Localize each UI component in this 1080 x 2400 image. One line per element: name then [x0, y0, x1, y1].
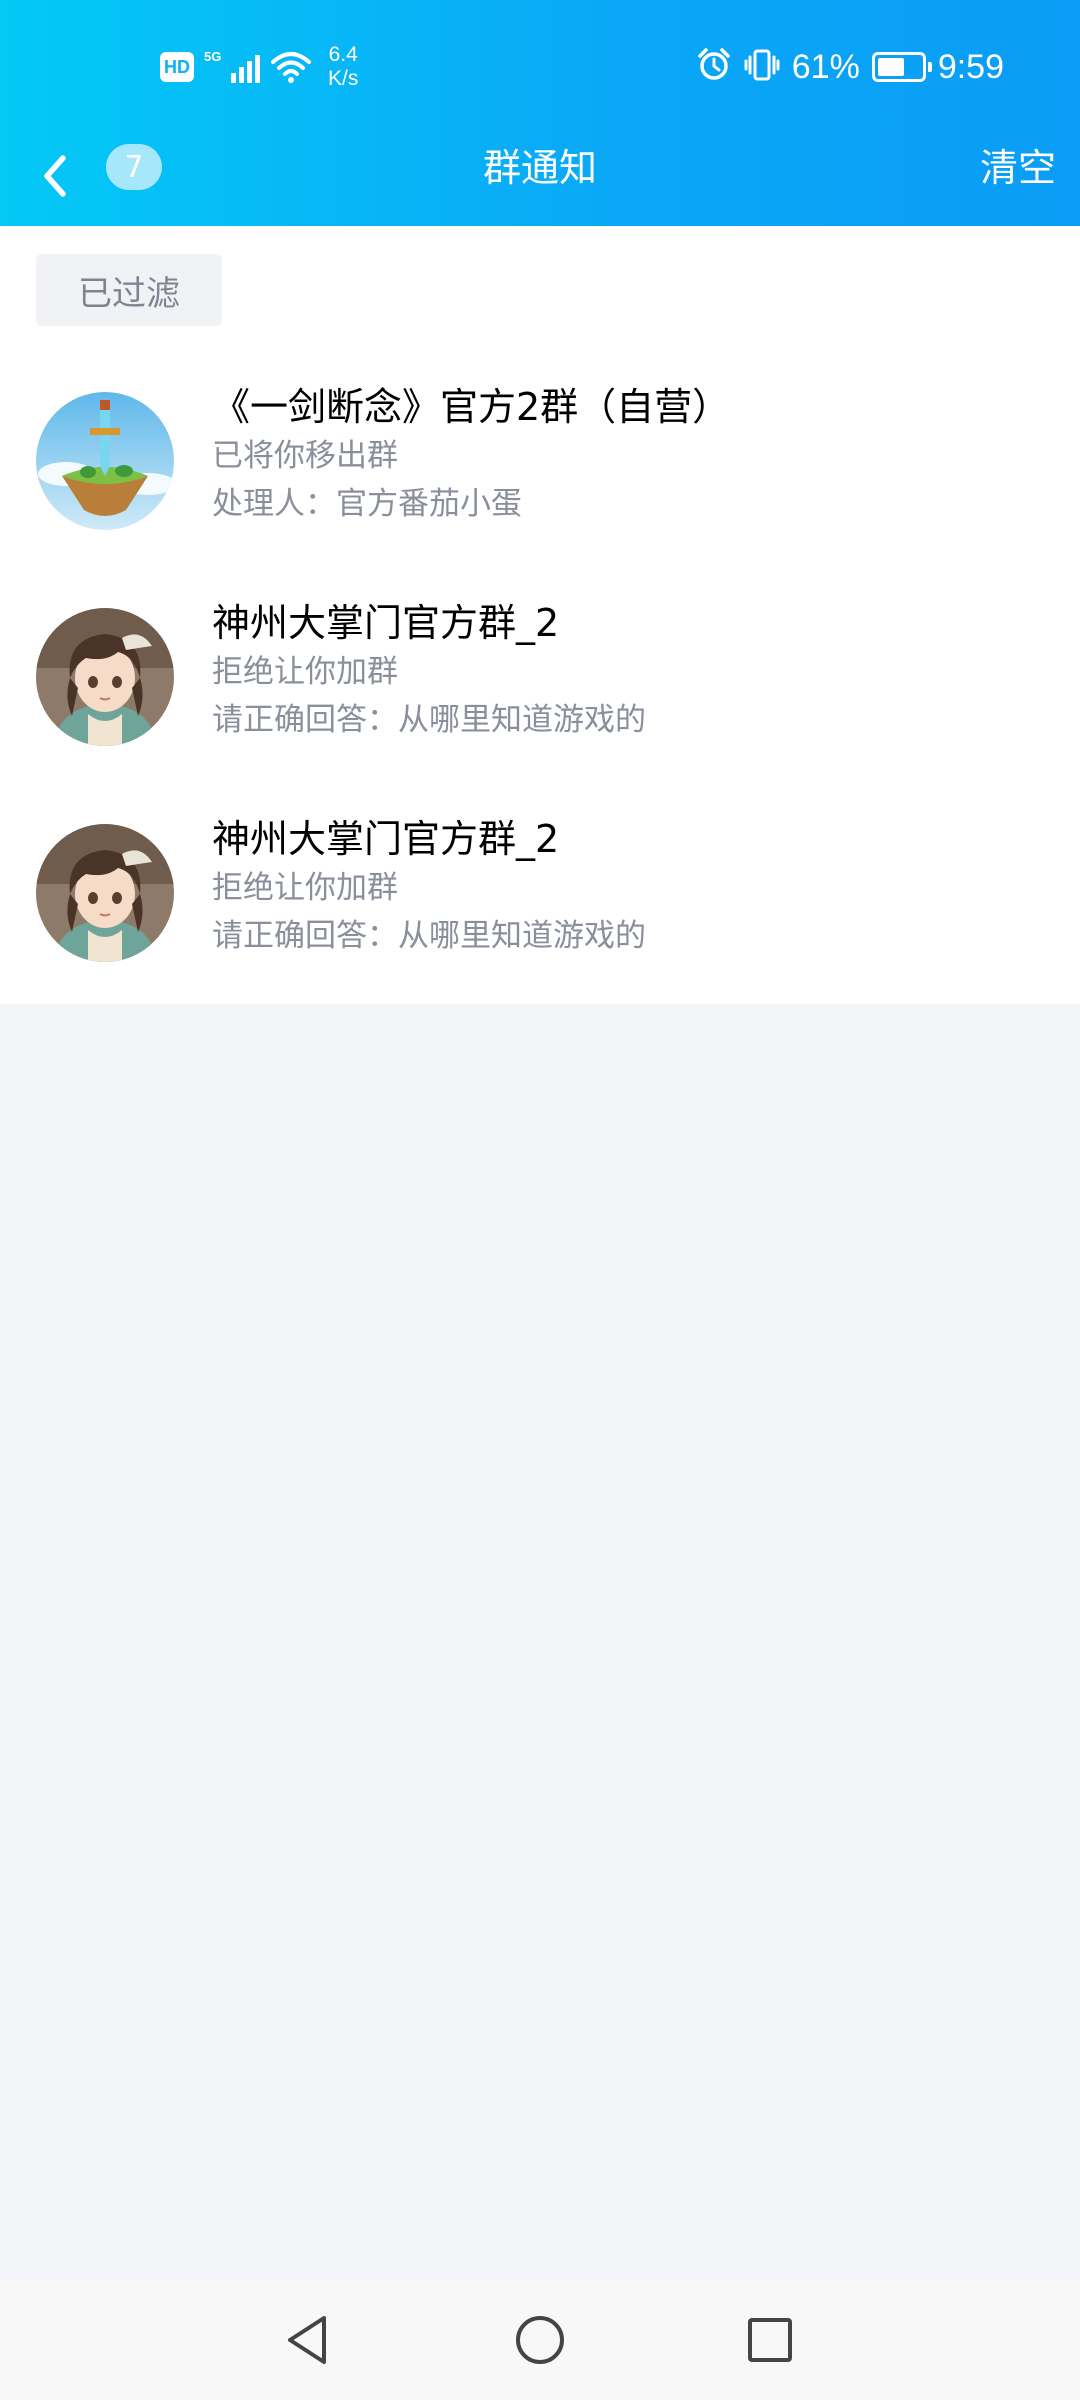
triangle-back-icon [288, 2316, 326, 2364]
group-name: 《一剑断念》官方2群（自营） [212, 385, 731, 429]
notice-status: 拒绝让你加群 [212, 654, 398, 690]
notice-status: 拒绝让你加群 [212, 870, 398, 906]
group-avatar[interactable] [36, 608, 174, 746]
group-name: 神州大掌门官方群_2 [212, 817, 560, 861]
notice-status: 已将你移出群 [212, 438, 398, 474]
nav-recents-button[interactable] [738, 2308, 802, 2372]
alarm-icon [696, 47, 732, 87]
notice-item[interactable]: 《一剑断念》官方2群（自营） 已将你移出群 处理人：官方番茄小蛋 [0, 372, 1080, 572]
battery-percent: 61% [791, 47, 860, 86]
network-speed: 6.4 K/s [328, 43, 358, 91]
network-type-label: 5G [204, 49, 222, 64]
status-bar-right: 61% 9:59 [696, 42, 1004, 92]
network-speed-unit: K/s [328, 67, 359, 90]
notice-detail: 请正确回答：从哪里知道游戏的 [212, 918, 646, 954]
hd-icon: HD [160, 52, 194, 82]
status-bar-left: HD 5G 6.4 K/s [160, 42, 358, 92]
notice-detail: 请正确回答：从哪里知道游戏的 [212, 702, 646, 738]
notice-text: 神州大掌门官方群_2 拒绝让你加群 请正确回答：从哪里知道游戏的 [212, 598, 1050, 744]
clear-button[interactable]: 清空 [980, 144, 1056, 192]
header: HD 5G 6.4 K/s 61% 9:59 7 群通知 清空 [0, 0, 1080, 226]
filtered-button[interactable]: 已过滤 [36, 254, 222, 326]
cellular-signal-icon: 5G [204, 49, 260, 85]
notice-text: 神州大掌门官方群_2 拒绝让你加群 请正确回答：从哪里知道游戏的 [212, 814, 1050, 960]
page-title: 群通知 [482, 146, 597, 190]
wifi-icon [270, 50, 312, 84]
system-navigation-bar [0, 2280, 1080, 2400]
group-avatar[interactable] [36, 392, 174, 530]
notice-detail: 处理人：官方番茄小蛋 [212, 486, 522, 522]
nav-home-button[interactable] [508, 2308, 572, 2372]
title-bar: 7 群通知 清空 [0, 136, 1080, 226]
floating-island-sword-avatar [36, 392, 174, 530]
square-recents-icon [748, 2318, 792, 2362]
vibrate-icon [744, 47, 780, 87]
anime-girl-avatar [36, 608, 174, 746]
nav-back-button[interactable] [276, 2308, 340, 2372]
notice-item[interactable]: 神州大掌门官方群_2 拒绝让你加群 请正确回答：从哪里知道游戏的 [0, 804, 1080, 1004]
notification-list: 已过滤 《一剑断念》官方2群（自营） 已将你移出群 处理人：官方番茄小蛋 神州大… [0, 226, 1080, 1004]
notice-text: 《一剑断念》官方2群（自营） 已将你移出群 处理人：官方番茄小蛋 [212, 382, 1050, 528]
group-name: 神州大掌门官方群_2 [212, 601, 560, 645]
network-speed-value: 6.4 [328, 43, 358, 66]
anime-girl-avatar [36, 824, 174, 962]
group-avatar[interactable] [36, 824, 174, 962]
battery-icon [871, 52, 932, 82]
clock: 9:59 [937, 47, 1004, 86]
notice-item[interactable]: 神州大掌门官方群_2 拒绝让你加群 请正确回答：从哪里知道游戏的 [0, 588, 1080, 788]
circle-home-icon [516, 2316, 564, 2364]
status-bar: HD 5G 6.4 K/s 61% 9:59 [0, 0, 1080, 136]
